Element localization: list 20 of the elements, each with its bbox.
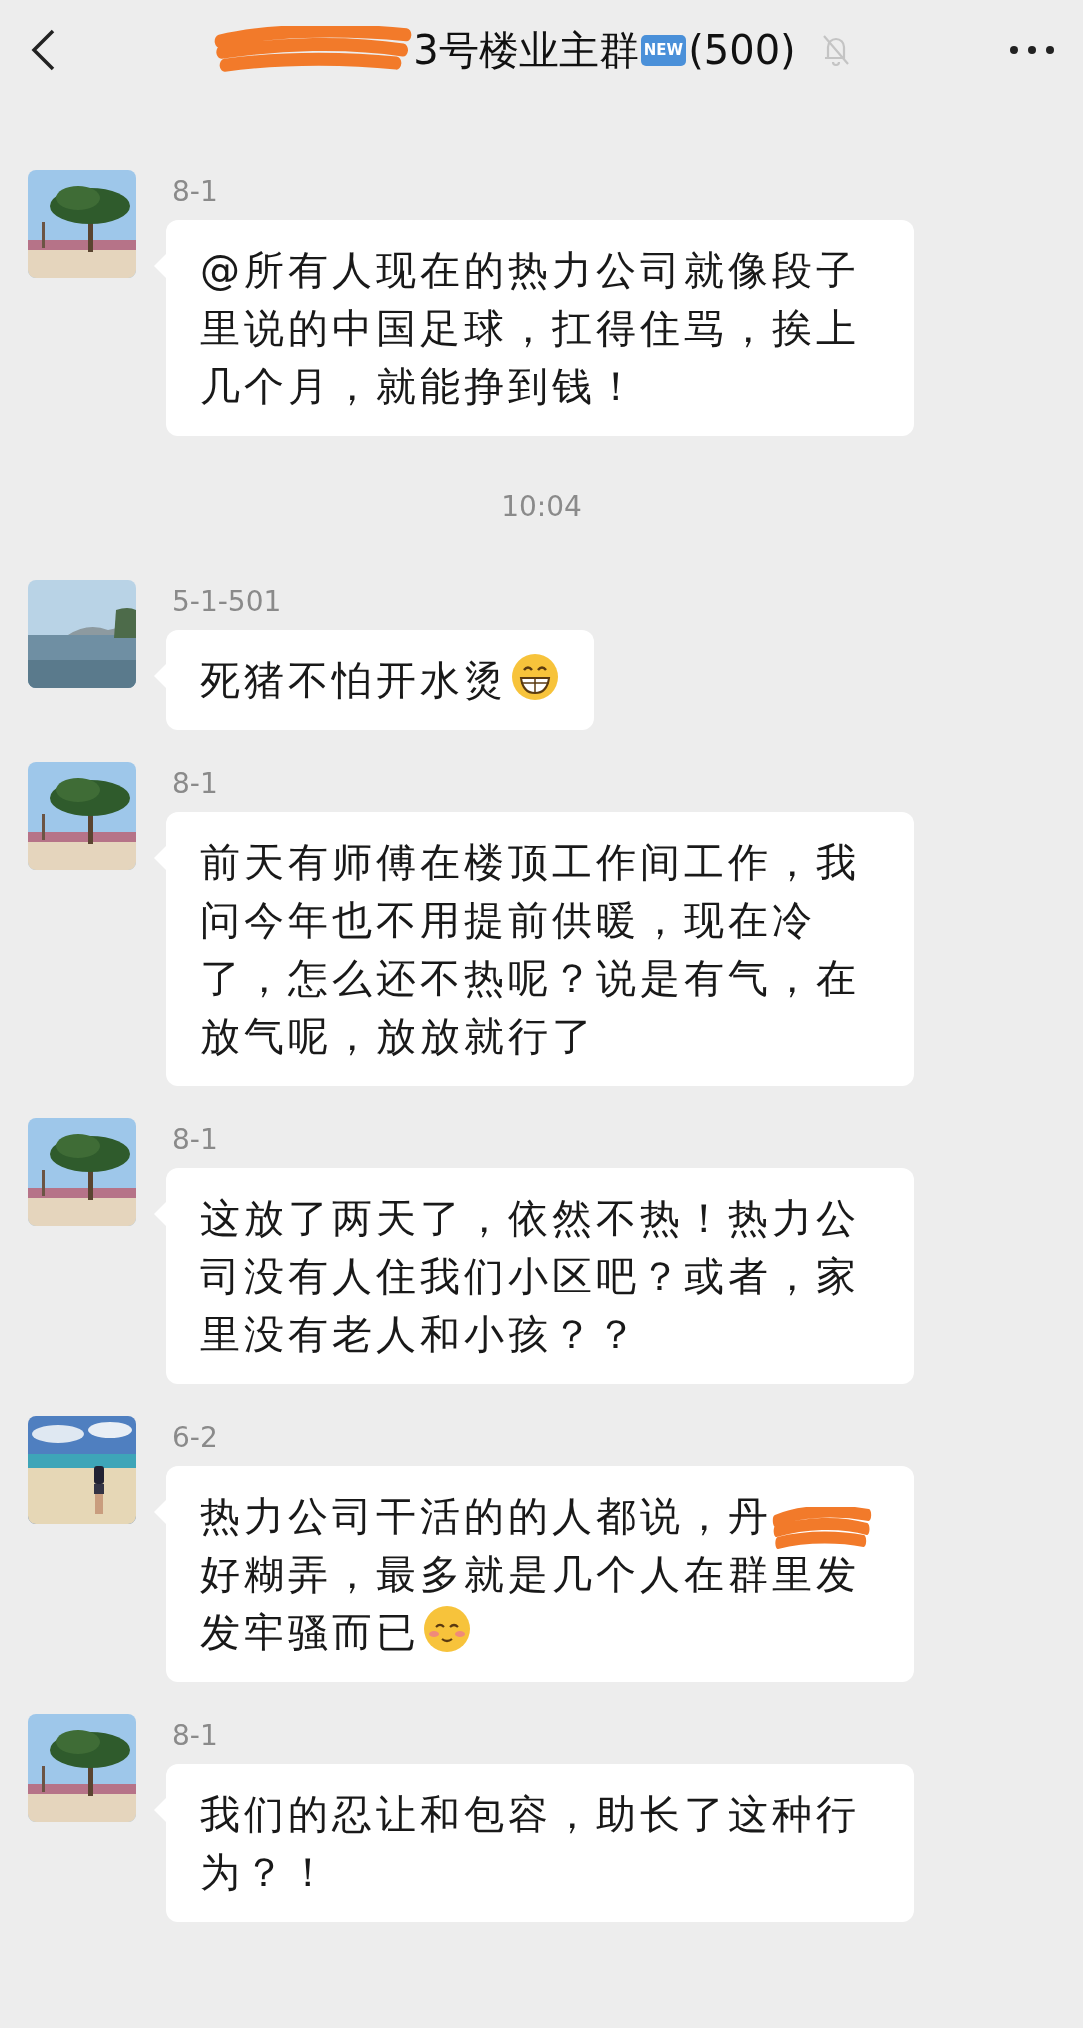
sender-name: 8-1 — [172, 766, 218, 802]
message-bubble: 死猪不怕开水烫 — [166, 630, 594, 730]
message-bubble: 这放了两天了，依然不热！热力公司没有人住我们小区吧？或者，家里没有老人和小孩？？ — [166, 1168, 914, 1384]
sender-name: 5-1-501 — [172, 584, 282, 620]
message-bubble: 我们的忍让和包容，助长了这种行为？！ — [166, 1764, 914, 1922]
message-bubble: @所有人现在的热力公司就像段子里说的中国足球，扛得住骂，挨上几个月，就能挣到钱！ — [166, 220, 914, 436]
member-count: (500) — [688, 26, 796, 75]
blushing-face-icon — [422, 1604, 472, 1654]
sender-name: 6-2 — [172, 1420, 218, 1456]
message-bubble: 热力公司干活的的人都说，丹 好糊弄，最多就是几个人在群里发发牢骚而已 — [166, 1466, 914, 1682]
more-icon[interactable] — [1009, 45, 1055, 55]
grinning-face-icon — [510, 652, 560, 702]
chat-title: 3号楼业主群 — [413, 26, 639, 75]
new-badge: NEW — [640, 34, 687, 66]
back-icon[interactable] — [30, 28, 56, 72]
sender-name: 8-1 — [172, 1122, 218, 1158]
timestamp: 10:04 — [501, 490, 582, 523]
message-bubble: 前天有师傅在楼顶工作间工作，我问今年也不用提前供暖，现在冷了，怎么还不热呢？说是有气，在放气呢，放放就行了 — [166, 812, 914, 1086]
sender-name: 8-1 — [172, 174, 218, 210]
sender-name: 8-1 — [172, 1718, 218, 1754]
